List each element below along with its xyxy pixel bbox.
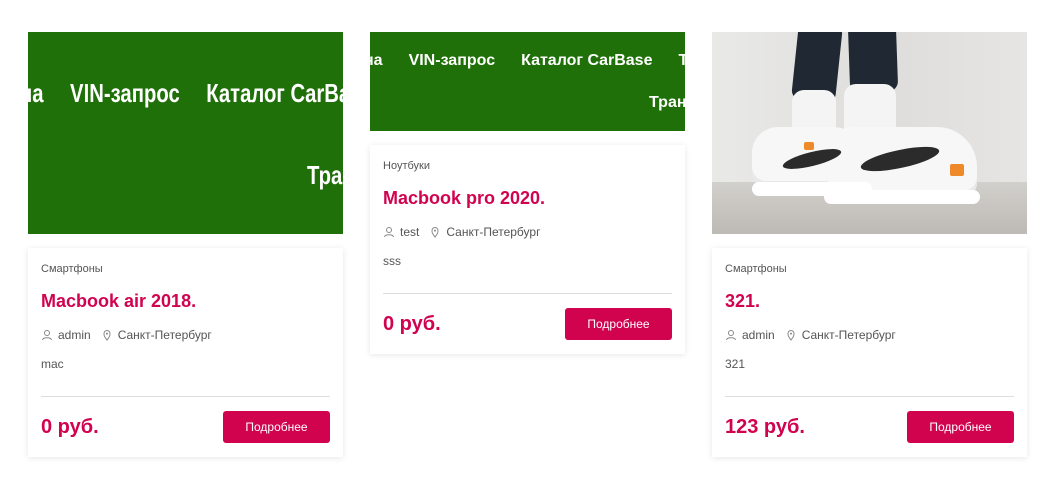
details-button[interactable]: Подробнее <box>565 308 672 340</box>
card-price: 123 руб. <box>725 415 805 438</box>
location-pin-icon <box>429 226 441 238</box>
card-footer: 123 руб. Подробнее <box>725 411 1014 443</box>
card-divider <box>383 293 672 294</box>
card-body: Смартфоны Macbook air 2018. admin Санкт-… <box>28 248 343 457</box>
location-pin-icon <box>785 329 797 341</box>
card-author: admin <box>58 328 91 342</box>
details-button[interactable]: Подробнее <box>907 411 1014 443</box>
product-card: Смартфоны 321. admin Санкт-Петербург 321… <box>712 32 1027 457</box>
card-body: Смартфоны 321. admin Санкт-Петербург 321… <box>712 248 1027 457</box>
card-price: 0 руб. <box>41 415 99 438</box>
product-card: на VIN-запрос Каталог CarBase Т Тран Ноу… <box>370 32 685 354</box>
card-body: Ноутбуки Macbook pro 2020. test Санкт-Пе… <box>370 145 685 354</box>
card-author: test <box>400 225 420 239</box>
product-image-sneakers[interactable] <box>712 32 1027 234</box>
user-icon <box>725 329 737 341</box>
card-meta: admin Санкт-Петербург <box>725 328 1014 342</box>
product-image-banner[interactable]: на VIN-запрос Каталог CarBase Т Тран <box>370 32 685 131</box>
banner-text: Тран <box>307 160 343 190</box>
banner-text: на <box>28 78 44 108</box>
card-meta: admin Санкт-Петербург <box>41 328 330 342</box>
user-icon <box>41 329 53 341</box>
banner-text: Каталог CarBase <box>521 52 653 69</box>
card-city: Санкт-Петербург <box>801 328 896 342</box>
card-footer: 0 руб. Подробнее <box>41 411 330 443</box>
card-meta: test Санкт-Петербург <box>383 225 672 239</box>
card-category[interactable]: Ноутбуки <box>383 159 672 173</box>
banner-text: Т <box>678 52 685 69</box>
banner-text: VIN-запрос <box>408 52 496 69</box>
card-category[interactable]: Смартфоны <box>725 262 1014 276</box>
card-city: Санкт-Петербург <box>446 225 541 239</box>
details-button[interactable]: Подробнее <box>223 411 330 443</box>
card-footer: 0 руб. Подробнее <box>383 308 672 340</box>
card-category[interactable]: Смартфоны <box>41 262 330 276</box>
banner-text: Тран <box>649 94 685 111</box>
product-image-banner[interactable]: на VIN-запрос Каталог CarBase Т Тран <box>28 32 343 234</box>
card-description: sss <box>383 254 401 268</box>
location-pin-icon <box>101 329 113 341</box>
card-description: 321 <box>725 357 746 371</box>
user-icon <box>383 226 395 238</box>
card-city: Санкт-Петербург <box>117 328 212 342</box>
banner-text: VIN-запрос <box>70 78 180 108</box>
product-card: на VIN-запрос Каталог CarBase Т Тран Сма… <box>28 32 343 457</box>
card-divider <box>41 396 330 397</box>
card-title[interactable]: Macbook pro 2020. <box>383 187 672 209</box>
banner-text: Каталог CarBase <box>206 78 343 108</box>
card-divider <box>725 396 1014 397</box>
card-description: mac <box>41 357 64 371</box>
card-price: 0 руб. <box>383 312 441 335</box>
banner-text: на <box>370 52 383 69</box>
card-author: admin <box>742 328 775 342</box>
card-title[interactable]: 321. <box>725 290 1014 312</box>
card-title[interactable]: Macbook air 2018. <box>41 290 330 312</box>
